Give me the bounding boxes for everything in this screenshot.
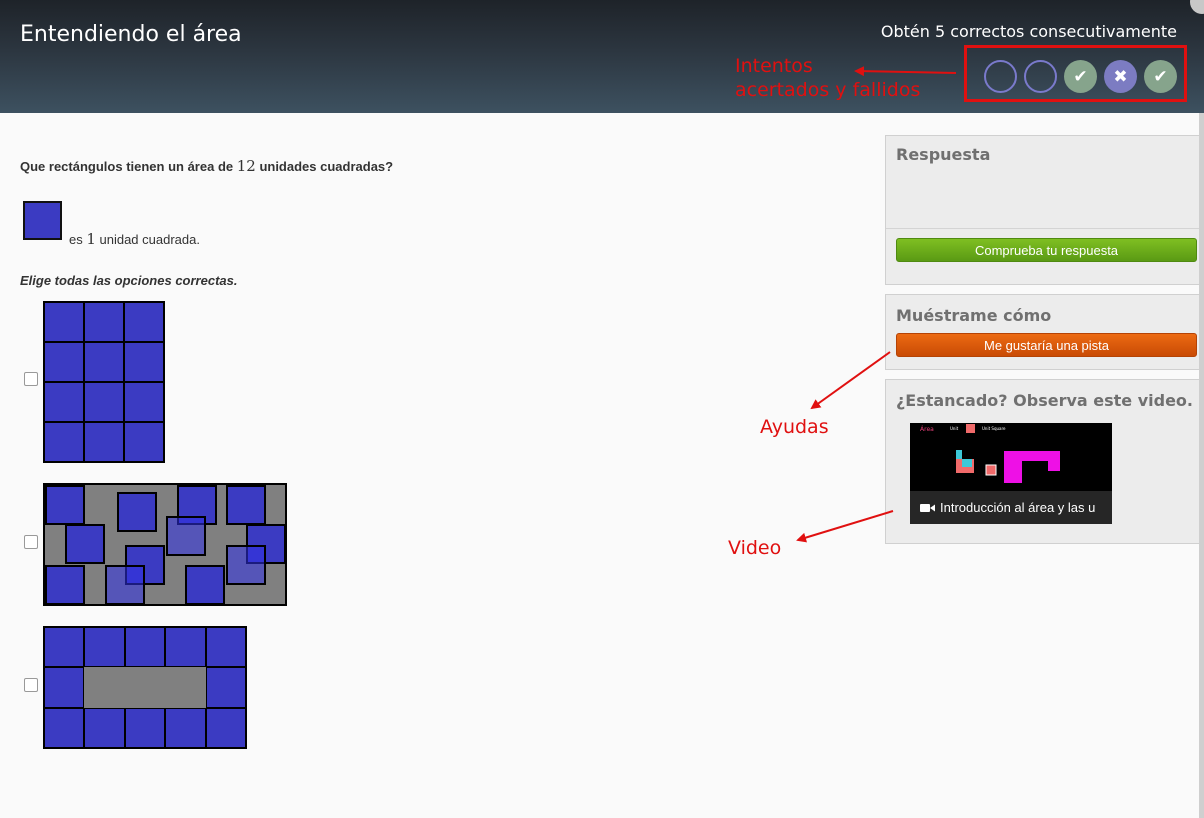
hints-panel: Muéstrame cómo Me gustaría una pista — [885, 294, 1204, 370]
unit-cell — [166, 628, 205, 667]
thumb-text: Unit Square — [982, 426, 1006, 431]
attempts-annotation-line2: acertados y fallidos — [735, 79, 921, 101]
thumb-text: Unit — [950, 426, 959, 431]
unit-square-explanation: es 1 unidad cuadrada. — [69, 230, 200, 248]
video-annotation: Video — [728, 537, 782, 559]
unit-cell-overlapping — [226, 545, 266, 585]
unit-cell — [125, 343, 163, 381]
unit-number: 1 — [86, 230, 96, 248]
unit-cell — [125, 303, 163, 341]
page-scrollbar[interactable] — [1199, 113, 1204, 818]
choose-all-instruction: Elige todas las opciones correctas. — [20, 273, 238, 288]
unit-cell-overlapping — [166, 516, 206, 556]
panel-divider — [886, 228, 1204, 229]
thumb-shape — [985, 464, 997, 476]
option-2-checkbox[interactable] — [24, 535, 38, 549]
unit-cell — [45, 565, 85, 604]
hints-arrow — [810, 351, 891, 410]
attempt-indicator-empty — [984, 60, 1017, 93]
unit-cell — [226, 485, 266, 525]
video-arrow — [796, 510, 894, 543]
question-text: Que rectángulos tienen un área de 12 uni… — [20, 157, 393, 175]
video-panel-title: ¿Estancado? Observa este video. — [896, 391, 1193, 410]
unit-cell — [45, 343, 83, 381]
unit-cell-overlapping — [105, 565, 145, 604]
attempts-annotation-line1: Intentos — [735, 55, 813, 77]
exercise-title: Entendiendo el área — [20, 22, 242, 47]
thumb-shape — [956, 450, 962, 460]
option-3-checkbox[interactable] — [24, 678, 38, 692]
answer-panel-title: Respuesta — [896, 145, 991, 164]
unit-cell — [85, 708, 124, 747]
hints-panel-title: Muéstrame cómo — [896, 306, 1052, 325]
video-preview-drawing: Área Unit Unit Square — [920, 424, 1060, 483]
unit-cell — [125, 628, 165, 667]
unit-cell — [65, 524, 105, 564]
unit-text-suffix: unidad cuadrada. — [95, 232, 200, 247]
unit-cell — [45, 628, 84, 667]
unit-cell — [45, 708, 84, 747]
thumb-shape — [962, 459, 972, 467]
option-2-rectangle — [43, 483, 287, 606]
unit-cell — [125, 423, 163, 461]
unit-cell — [185, 565, 225, 604]
attempt-correct-check-icon: ✔ — [1144, 60, 1177, 93]
answer-panel: Respuesta Comprueba tu respuesta — [885, 135, 1204, 285]
question-text-end: unidades cuadradas? — [255, 159, 394, 174]
get-hint-button[interactable]: Me gustaría una pista — [896, 333, 1197, 357]
attempts-highlight-box: ✔ ✖ ✔ — [964, 45, 1187, 102]
thumb-text: Área — [920, 426, 934, 433]
unit-cell — [206, 668, 245, 707]
unit-cell — [85, 423, 123, 461]
attempt-correct-check-icon: ✔ — [1064, 60, 1097, 93]
hints-annotation: Ayudas — [760, 416, 829, 438]
attempt-indicator-empty — [1024, 60, 1057, 93]
unit-cell — [45, 485, 85, 525]
unit-cell — [206, 628, 245, 667]
video-thumbnail[interactable]: Área Unit Unit Square Introducción al ár… — [910, 423, 1112, 524]
exercise-header: Entendiendo el área Obtén 5 correctos co… — [0, 0, 1204, 113]
unit-cell — [85, 343, 123, 381]
video-caption-text: Introducción al área y las u — [940, 500, 1096, 515]
video-caption[interactable]: Introducción al área y las u — [910, 491, 1112, 524]
option-1-rectangle — [43, 301, 165, 463]
question-area-number: 12 — [236, 157, 256, 175]
unit-cell — [85, 628, 124, 667]
thumb-shape — [1004, 451, 1060, 483]
question-text-start: Que rectángulos tienen un área de — [20, 159, 237, 174]
unit-square-example — [23, 201, 62, 240]
option-3-rectangle — [43, 626, 247, 749]
attempt-wrong-cross-icon: ✖ — [1104, 60, 1137, 93]
unit-cell — [45, 668, 84, 707]
unit-cell — [45, 303, 83, 341]
unit-cell — [117, 492, 157, 532]
unit-text-prefix: es — [69, 232, 87, 247]
unit-cell — [125, 383, 163, 421]
thumb-shape — [966, 424, 975, 433]
gray-empty-region — [84, 667, 206, 708]
option-1-checkbox[interactable] — [24, 372, 38, 386]
unit-cell — [85, 303, 123, 341]
unit-cell — [166, 708, 205, 747]
unit-cell — [206, 708, 245, 747]
unit-cell — [45, 423, 83, 461]
unit-cell — [85, 383, 123, 421]
video-panel: ¿Estancado? Observa este video. Área Uni… — [885, 379, 1204, 544]
unit-cell — [125, 708, 165, 747]
video-camera-icon — [920, 503, 935, 512]
check-answer-button[interactable]: Comprueba tu respuesta — [896, 238, 1197, 262]
attempts-annotation: Intentos acertados y fallidos — [735, 54, 920, 102]
streak-goal-label: Obtén 5 correctos consecutivamente — [880, 22, 1177, 41]
unit-cell — [45, 383, 83, 421]
